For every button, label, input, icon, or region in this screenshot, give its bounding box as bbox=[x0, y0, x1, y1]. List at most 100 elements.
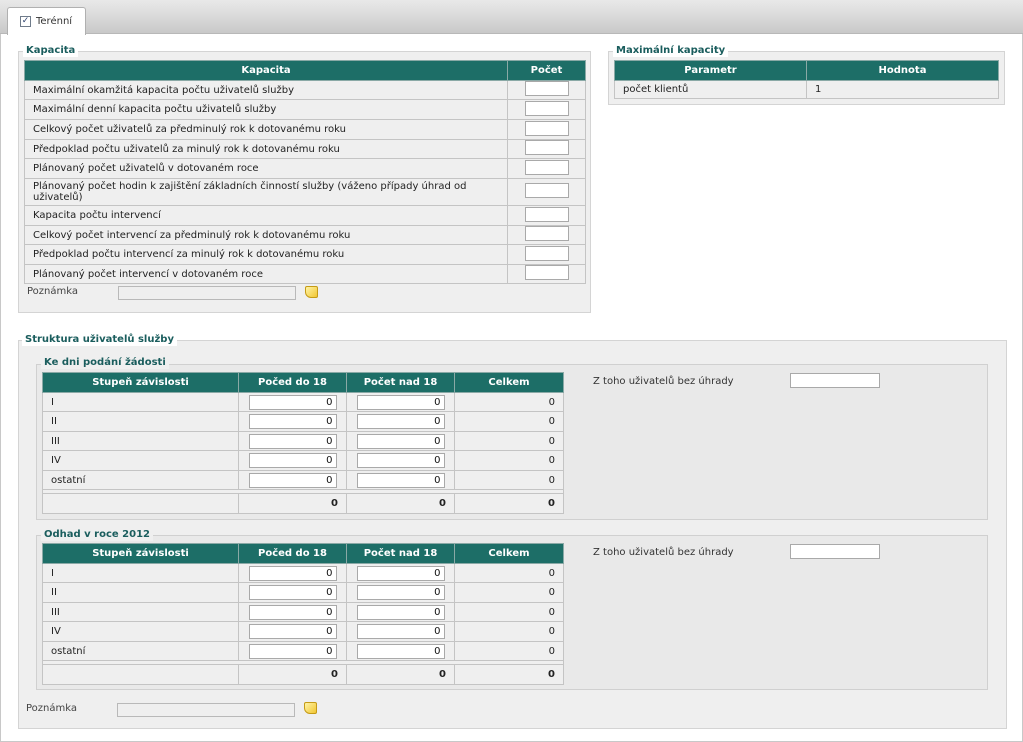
bez-uhrady-label: Z toho uživatelů bez úhrady bbox=[593, 376, 734, 387]
row-total: 0 bbox=[454, 621, 564, 642]
row-total: 0 bbox=[454, 411, 564, 432]
table-row: I 0 0 0 bbox=[42, 392, 564, 412]
over-18-input[interactable]: 0 bbox=[356, 585, 445, 600]
over-18-input[interactable]: 0 bbox=[356, 414, 445, 429]
kapacita-row-label: Maximální okamžitá kapacita počtu uživat… bbox=[24, 80, 508, 100]
kapacita-header-count: Počet bbox=[507, 60, 586, 81]
max-kapacity-legend: Maximální kapacity bbox=[613, 45, 729, 57]
tab-label: Terénní bbox=[36, 16, 73, 27]
kapacita-row-label: Plánovaný počet hodin k zajištění základ… bbox=[24, 178, 508, 206]
section-odhad-legend: Odhad v roce 2012 bbox=[41, 529, 153, 541]
table-row: ostatní 0 0 0 bbox=[42, 470, 564, 490]
over-18-input[interactable]: 0 bbox=[356, 453, 445, 468]
kapacita-count-input[interactable] bbox=[524, 100, 569, 116]
kapacita-count-input[interactable] bbox=[524, 226, 569, 241]
over-18-input[interactable]: 0 bbox=[356, 394, 445, 410]
header-level: Stupeň závislosti bbox=[42, 543, 239, 564]
kapacita-note-label: Poznámka bbox=[27, 286, 78, 297]
tab-terenni[interactable]: ✓ Terénní bbox=[7, 7, 86, 35]
table-row: III 0 0 0 bbox=[42, 602, 564, 622]
level-label: II bbox=[42, 411, 239, 432]
kapacita-row-label: Celkový počet uživatelů za předminulý ro… bbox=[24, 119, 508, 140]
bez-uhrady-input[interactable] bbox=[790, 373, 880, 388]
table-row: IV 0 0 0 bbox=[42, 621, 564, 642]
over-18-input[interactable]: 0 bbox=[356, 643, 445, 659]
under-18-input[interactable]: 0 bbox=[248, 414, 337, 429]
kapacita-count-input[interactable] bbox=[524, 140, 569, 155]
total-over-18: 0 bbox=[346, 493, 455, 514]
row-total: 0 bbox=[454, 602, 564, 622]
header-over-18: Počet nad 18 bbox=[346, 543, 455, 564]
kapacita-row-label: Plánovaný počet intervencí v dotovaném r… bbox=[24, 264, 508, 284]
level-label: IV bbox=[42, 621, 239, 642]
under-18-input[interactable]: 0 bbox=[248, 453, 337, 468]
row-total: 0 bbox=[454, 582, 564, 603]
kapacita-row-label: Maximální denní kapacita počtu uživatelů… bbox=[24, 99, 508, 120]
row-total: 0 bbox=[454, 641, 564, 661]
over-18-input[interactable]: 0 bbox=[356, 433, 445, 449]
max-kapacity-header-value: Hodnota bbox=[806, 60, 999, 81]
kapacita-table: Kapacita Počet Maximální okamžitá kapaci… bbox=[24, 60, 586, 284]
under-18-input[interactable]: 0 bbox=[248, 604, 337, 620]
tab-checkbox[interactable]: ✓ bbox=[20, 16, 31, 27]
kapacita-row-label: Předpoklad počtu uživatelů za minulý rok… bbox=[24, 139, 508, 159]
under-18-input[interactable]: 0 bbox=[248, 565, 337, 581]
total-all: 0 bbox=[454, 664, 564, 685]
kapacita-count-input[interactable] bbox=[524, 81, 569, 96]
over-18-input[interactable]: 0 bbox=[356, 565, 445, 581]
over-18-input[interactable]: 0 bbox=[356, 624, 445, 639]
kapacita-count-input[interactable] bbox=[524, 120, 569, 136]
row-total: 0 bbox=[454, 392, 564, 412]
row-total: 0 bbox=[454, 470, 564, 490]
table-row: III 0 0 0 bbox=[42, 431, 564, 451]
under-18-input[interactable]: 0 bbox=[248, 472, 337, 488]
kapacita-legend: Kapacita bbox=[23, 45, 79, 57]
table-row: II 0 0 0 bbox=[42, 582, 564, 603]
under-18-input[interactable]: 0 bbox=[248, 624, 337, 639]
level-label: III bbox=[42, 602, 239, 622]
max-kapacity-table: Parametr Hodnota počet klientů 1 bbox=[614, 60, 999, 99]
over-18-input[interactable]: 0 bbox=[356, 472, 445, 488]
total-under-18: 0 bbox=[238, 664, 347, 685]
structure-table-2: Stupeň závislosti Počed do 18 Počet nad … bbox=[42, 543, 564, 685]
struktura-legend: Struktura uživatelů služby bbox=[22, 334, 177, 346]
level-label: I bbox=[42, 392, 239, 412]
total-all: 0 bbox=[454, 493, 564, 514]
header-over-18: Počet nad 18 bbox=[346, 372, 455, 393]
level-label: ostatní bbox=[42, 641, 239, 661]
totals-row: 0 0 0 bbox=[42, 493, 564, 514]
struktura-note-input[interactable] bbox=[117, 703, 295, 717]
header-total: Celkem bbox=[454, 543, 564, 564]
level-label: IV bbox=[42, 450, 239, 471]
level-label: I bbox=[42, 563, 239, 583]
table-row: II 0 0 0 bbox=[42, 411, 564, 432]
note-edit-icon[interactable] bbox=[305, 286, 318, 298]
kapacita-header-name: Kapacita bbox=[24, 60, 508, 81]
row-total: 0 bbox=[454, 431, 564, 451]
max-kapacity-param: počet klientů bbox=[614, 80, 807, 99]
note-edit-icon[interactable] bbox=[304, 702, 317, 714]
kapacita-count-input[interactable] bbox=[524, 159, 569, 175]
kapacita-note-input[interactable] bbox=[118, 286, 296, 300]
max-kapacity-value: 1 bbox=[806, 80, 999, 99]
kapacita-count-input[interactable] bbox=[524, 183, 569, 198]
kapacita-count-input[interactable] bbox=[524, 265, 569, 280]
header-level: Stupeň závislosti bbox=[42, 372, 239, 393]
over-18-input[interactable]: 0 bbox=[356, 604, 445, 620]
totals-label-cell bbox=[42, 493, 239, 514]
tab-bar: ✓ Terénní bbox=[0, 0, 1023, 35]
kapacita-count-input[interactable] bbox=[524, 206, 569, 222]
row-total: 0 bbox=[454, 450, 564, 471]
kapacita-count-input[interactable] bbox=[524, 245, 569, 261]
row-total: 0 bbox=[454, 563, 564, 583]
table-row: ostatní 0 0 0 bbox=[42, 641, 564, 661]
under-18-input[interactable]: 0 bbox=[248, 394, 337, 410]
bez-uhrady-input[interactable] bbox=[790, 544, 880, 559]
under-18-input[interactable]: 0 bbox=[248, 585, 337, 600]
totals-row: 0 0 0 bbox=[42, 664, 564, 685]
under-18-input[interactable]: 0 bbox=[248, 643, 337, 659]
under-18-input[interactable]: 0 bbox=[248, 433, 337, 449]
total-under-18: 0 bbox=[238, 493, 347, 514]
header-under-18: Počed do 18 bbox=[238, 372, 347, 393]
level-label: ostatní bbox=[42, 470, 239, 490]
